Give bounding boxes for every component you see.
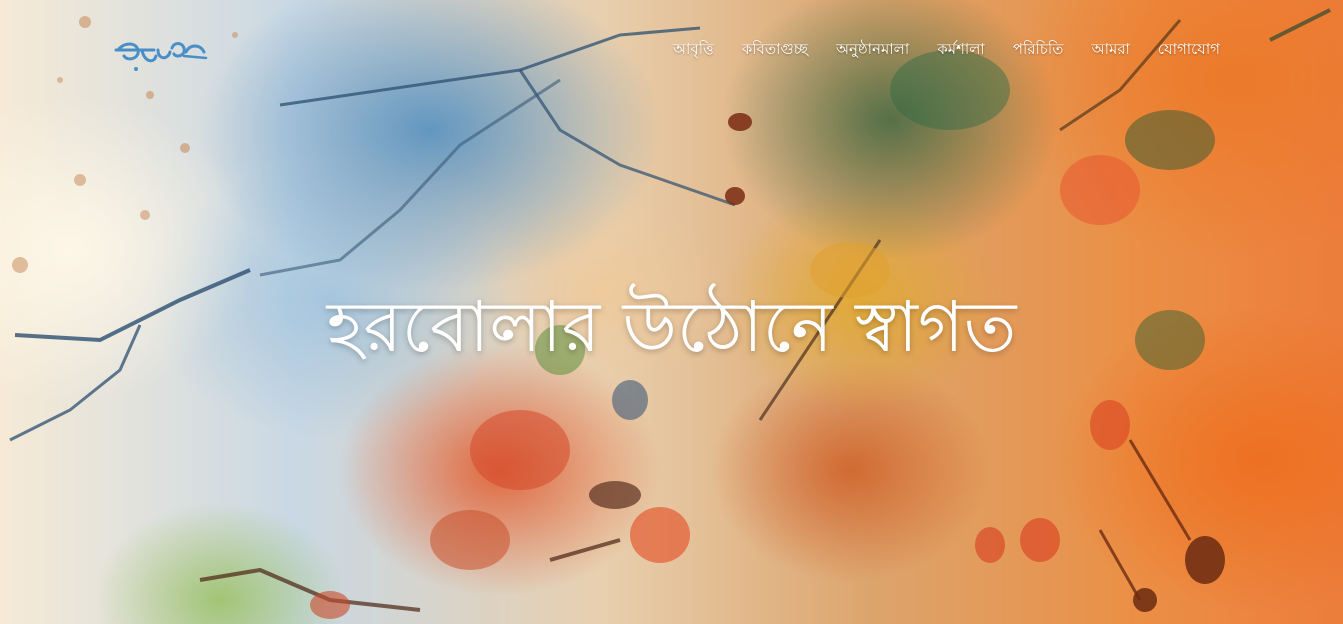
main-nav: আবৃত্তি কবিতাগুচ্ছ অনুষ্ঠানমালা কর্মশালা…: [600, 36, 1220, 64]
site-logo[interactable]: [114, 36, 210, 74]
nav-item-abritti[interactable]: আবৃত্তি: [673, 38, 714, 63]
hero-section: আবৃত্তি কবিতাগুচ্ছ অনুষ্ঠানমালা কর্মশালা…: [0, 0, 1343, 624]
hero-headline: হরবোলার উঠোনে স্বাগত: [326, 286, 1017, 368]
logo-mark: [114, 42, 208, 71]
nav-item-amra[interactable]: আমরা: [1091, 38, 1129, 63]
nav-item-kobitaguchchho[interactable]: কবিতাগুচ্ছ: [742, 38, 808, 63]
nav-item-onushthanmala[interactable]: অনুষ্ঠানমালা: [836, 38, 909, 63]
nav-item-kormoshala[interactable]: কর্মশালা: [937, 38, 985, 63]
nav-item-porichiti[interactable]: পরিচিতি: [1013, 38, 1064, 63]
nav-item-jogajog[interactable]: যোগাযোগ: [1158, 38, 1220, 63]
